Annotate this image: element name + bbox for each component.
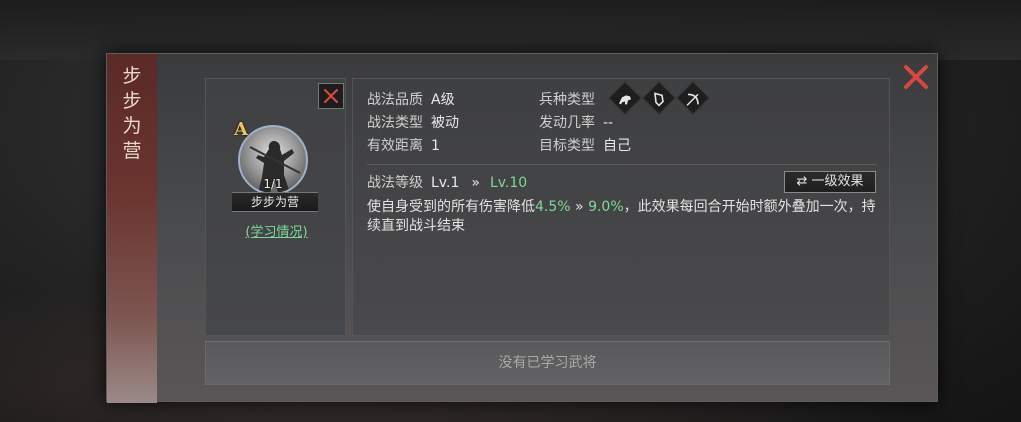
range-label: 有效距离 [367,138,423,154]
troop-row: 兵种类型 [539,91,595,109]
trigger-label: 发动几率 [539,115,595,131]
skill-portrait: A 1/1 [234,119,314,201]
desc-value-1: 4.5% [535,199,571,215]
bow-icon [676,81,710,115]
close-icon [324,89,338,103]
level-count: 1/1 [263,177,283,191]
type-label: 战法类型 [367,115,423,131]
level-arrow: » [471,175,480,191]
type-row: 战法类型 被动 [367,114,459,132]
skill-info-panel: 战法品质 A级 战法类型 被动 有效距离 1 兵种类型 发动几率 -- 目标类型… [352,78,890,336]
level-label: 战法等级 [367,175,423,191]
troop-label: 兵种类型 [539,92,595,108]
skill-description: 使自身受到的所有伤害降低4.5% » 9.0%，此效果每回合开始时额外叠加一次，… [367,198,882,236]
level-effect-toggle-button[interactable]: ⇄ 一级效果 [784,171,876,193]
side-title: 步步为营 [122,65,142,162]
skill-card-panel: A 1/1 步步为营 (学习情况) [205,78,346,336]
close-modal-button[interactable] [903,64,929,90]
shield-icon [642,81,676,115]
type-value: 被动 [431,115,459,131]
range-row: 有效距离 1 [367,137,440,155]
learned-generals-bar: 没有已学习武将 [205,341,890,385]
close-icon [904,65,928,89]
level-row: 战法等级 Lv.1 » Lv.10 [367,174,527,192]
grade-badge: A [234,119,248,140]
target-row: 目标类型 自己 [539,137,631,155]
background-top-bar [0,0,1021,60]
skill-detail-modal: 步步为营 A 1/1 步步为营 (学习情况) 战法品质 A级 战法类型 被动 有… [106,53,938,403]
trigger-value: -- [603,115,614,131]
remove-skill-button[interactable] [318,83,344,109]
divider [367,164,877,165]
desc-arrow: » [575,199,584,215]
learn-status-link[interactable]: (学习情况) [206,221,347,240]
desc-value-2: 9.0% [588,199,624,215]
trigger-row: 发动几率 -- [539,114,613,132]
swap-icon: ⇄ [796,174,808,189]
target-value: 自己 [603,138,631,154]
level-to: Lv.10 [489,175,528,191]
range-value: 1 [431,138,440,154]
quality-value: A级 [431,92,455,108]
quality-label: 战法品质 [367,92,423,108]
effect-button-label: 一级效果 [811,174,864,189]
cavalry-icon [608,81,642,115]
quality-row: 战法品质 A级 [367,91,455,109]
target-label: 目标类型 [539,138,595,154]
skill-name-ribbon: 步步为营 [232,192,318,212]
level-from: Lv.1 [431,175,460,191]
desc-text-1: 使自身受到的所有伤害降低 [367,199,535,215]
side-banner: 步步为营 [107,54,157,403]
